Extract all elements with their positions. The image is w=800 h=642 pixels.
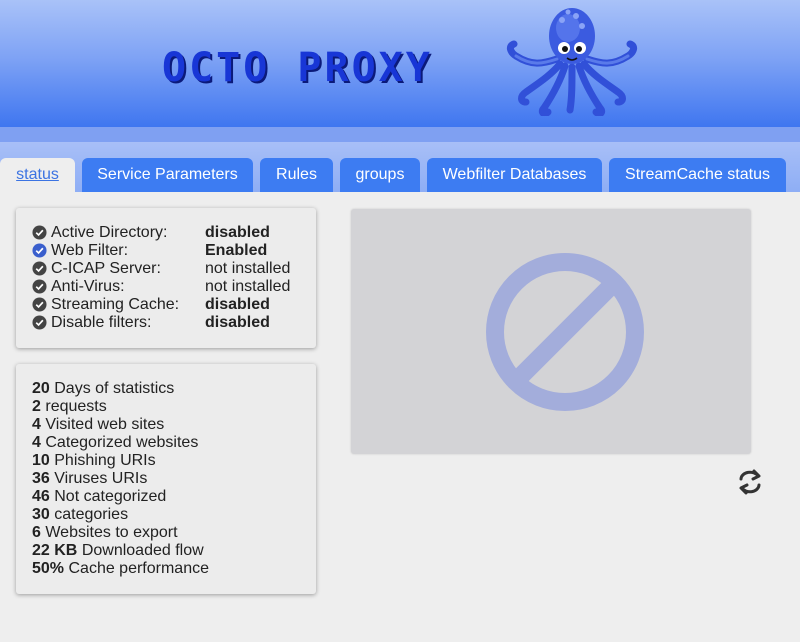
stat-value: 30 [32, 506, 50, 523]
check-circle-icon [32, 315, 47, 330]
stat-value: 20 [32, 380, 50, 397]
service-value: not installed [205, 260, 291, 277]
check-circle-icon [32, 279, 47, 294]
tab-streamcache-status[interactable]: StreamCache status [609, 158, 786, 192]
check-circle-icon [32, 297, 47, 312]
tab-service-parameters[interactable]: Service Parameters [82, 158, 253, 192]
service-value: disabled [205, 314, 270, 331]
header-divider [0, 127, 800, 142]
refresh-icon[interactable] [735, 467, 765, 497]
service-label: Disable filters: [51, 314, 152, 331]
stat-row: 2 requests [32, 398, 107, 416]
stat-label: Visited web sites [45, 416, 165, 433]
check-circle-icon [32, 243, 47, 258]
tab-status[interactable]: status [0, 158, 75, 192]
stat-label: categories [54, 506, 129, 523]
service-value: not installed [205, 278, 291, 295]
stat-value: 22 KB [32, 542, 78, 559]
stat-row: 50% Cache performance [32, 560, 209, 578]
stat-label: Not categorized [54, 488, 167, 505]
stat-label: Days of statistics [54, 380, 175, 397]
service-label: C-ICAP Server: [51, 260, 161, 277]
tab-webfilter-databases[interactable]: Webfilter Databases [427, 158, 602, 192]
stat-row: 30 categories [32, 506, 128, 524]
stat-row: 4 Visited web sites [32, 416, 164, 434]
stat-label: Phishing URIs [54, 452, 156, 469]
service-label: Active Directory: [51, 224, 168, 241]
no-image-icon [486, 253, 644, 411]
service-label: Streaming Cache: [51, 296, 180, 313]
service-value: disabled [205, 224, 270, 241]
stat-row: 22 KB Downloaded flow [32, 542, 204, 560]
stat-value: 2 [32, 398, 41, 415]
check-circle-icon [32, 225, 47, 240]
service-value: Enabled [205, 242, 268, 259]
check-circle-icon [32, 261, 47, 276]
stat-label: Cache performance [68, 560, 209, 577]
stat-value: 4 [32, 416, 41, 433]
stat-value: 36 [32, 470, 50, 487]
stat-value: 10 [32, 452, 50, 469]
services-status-card: Active Directory: disabled Web Filter: E… [16, 208, 316, 348]
service-value: disabled [205, 296, 270, 313]
stat-label: Downloaded flow [81, 542, 204, 559]
stat-label: Categorized websites [45, 434, 199, 451]
chart-placeholder [351, 209, 751, 454]
stat-value: 50% [32, 560, 65, 577]
service-label: Web Filter: [51, 242, 129, 259]
stat-label: requests [45, 398, 107, 415]
stat-row: 20 Days of statistics [32, 380, 174, 398]
stat-value: 46 [32, 488, 50, 505]
tab-rules[interactable]: Rules [260, 158, 333, 192]
logo-text: OCTO PROXY [162, 45, 433, 91]
tab-groups[interactable]: groups [340, 158, 420, 192]
stat-value: 6 [32, 524, 41, 541]
stat-label: Websites to export [45, 524, 178, 541]
stat-row: 36 Viruses URIs [32, 470, 147, 488]
service-label: Anti-Virus: [51, 278, 125, 295]
octopus-logo-icon [506, 8, 638, 116]
stat-value: 4 [32, 434, 41, 451]
stat-row: 4 Categorized websites [32, 434, 198, 452]
stat-row: 6 Websites to export [32, 524, 178, 542]
statistics-card: 20 Days of statistics 2 requests 4 Visit… [16, 364, 316, 594]
stat-row: 46 Not categorized [32, 488, 166, 506]
stat-label: Viruses URIs [54, 470, 148, 487]
stat-row: 10 Phishing URIs [32, 452, 156, 470]
